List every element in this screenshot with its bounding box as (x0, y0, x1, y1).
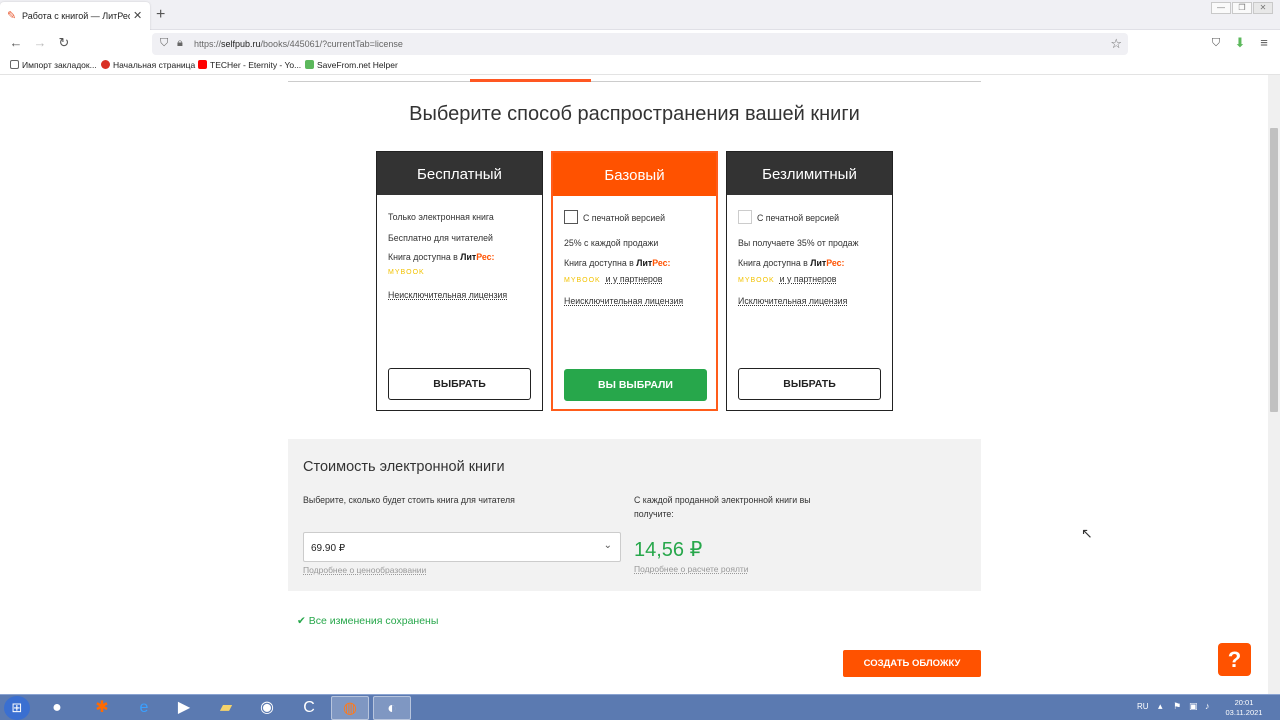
close-tab-icon[interactable]: ✕ (133, 9, 142, 22)
tray-flag-icon[interactable]: ⚑ (1173, 701, 1181, 712)
plan-feature: Только электронная книга (388, 212, 494, 222)
plan-card-basic: Базовый С печатной версией 25% с каждой … (551, 151, 718, 411)
bookmark-home-icon (101, 60, 110, 69)
page-title: Выберите способ распространения вашей кн… (409, 103, 860, 125)
choose-unlimited-button[interactable]: ВЫБРАТЬ (738, 368, 881, 400)
checkmark-icon: ✔ (297, 615, 306, 627)
plan-feature: Вы получаете 35% от продаж (738, 238, 859, 248)
license-link[interactable]: Исключительная лицензия (738, 296, 847, 306)
scrollbar-thumb[interactable] (1270, 128, 1278, 412)
minimize-icon[interactable]: — (1211, 2, 1231, 14)
clock[interactable]: 20:01 03.11.2021 (1222, 698, 1266, 718)
chevron-down-icon[interactable]: ⌄ (604, 540, 612, 551)
maximize-icon[interactable]: ❐ (1232, 2, 1252, 14)
ebook-price-section: Стоимость электронной книги Выберите, ск… (288, 439, 981, 591)
print-version-checkbox[interactable]: С печатной версией (564, 210, 665, 224)
plan-title: Безлимитный (727, 152, 892, 195)
checkbox-icon[interactable] (738, 210, 752, 224)
start-button[interactable]: ⊞ (4, 696, 30, 720)
file-explorer-icon[interactable]: ▰ (207, 696, 245, 720)
plan-card-unlimited: Безлимитный С печатной версией Вы получа… (726, 151, 893, 411)
plan-title: Бесплатный (377, 152, 542, 195)
tabs-underline (288, 81, 981, 82)
partners-link[interactable]: и у партнеров (780, 274, 837, 284)
firefox-icon[interactable]: ◍ (331, 696, 369, 720)
mouse-cursor-icon: ↖ (1081, 525, 1093, 541)
windows-taskbar: ⊞ ● ✱ e ▶ ▰ ◉ C ◍ ◐ RU ▴ ⚑ ▣ ♪ 20:01 03.1… (0, 694, 1280, 720)
plan-availability: Книга доступна в ЛитРес: (388, 252, 495, 262)
plan-availability: Книга доступна в ЛитРес: (738, 258, 845, 268)
help-button[interactable]: ? (1218, 643, 1251, 676)
partners-line: MYBOOK и у партнеров (738, 274, 836, 284)
price-instruction: Выберите, сколько будет стоить книга для… (303, 495, 515, 505)
lock-icon[interactable]: 🔒︎ (177, 37, 183, 50)
app-icon[interactable]: ◐ (373, 696, 411, 720)
bookmark-import-icon (10, 60, 19, 69)
browser-tab-bar: ✎ Работа с книгой — ЛитРес: Са ✕ + — ❐ ✕ (0, 0, 1280, 30)
tab-title: Работа с книгой — ЛитРес: Са (22, 11, 130, 21)
mybook-logo: MYBOOK (738, 277, 775, 284)
price-section-title: Стоимость электронной книги (303, 459, 505, 475)
price-select[interactable]: 69.90 ₽ ⌄ (303, 532, 621, 562)
plan-feature: 25% с каждой продажи (564, 238, 659, 248)
pricing-info-link[interactable]: Подробнее о ценообразовании (303, 565, 426, 575)
plan-card-free: Бесплатный Только электронная книга Бесп… (376, 151, 543, 411)
url-bar[interactable]: ⛉ 🔒︎ https://selfpub.ru/books/445061/?cu… (152, 33, 1128, 55)
shield-icon[interactable]: ⛉ (160, 37, 168, 50)
litres-logo: ЛитРес: (460, 252, 495, 262)
checkbox-icon[interactable] (564, 210, 578, 224)
chosen-basic-button[interactable]: ВЫ ВЫБРАЛИ (564, 369, 707, 401)
plan-availability: Книга доступна в ЛитРес: (564, 258, 671, 268)
language-indicator[interactable]: RU (1137, 702, 1149, 711)
bookmark-home[interactable]: Начальная страница (101, 60, 195, 70)
license-link[interactable]: Неисключительная лицензия (564, 296, 683, 306)
license-link[interactable]: Неисключительная лицензия (388, 290, 507, 300)
bookmark-star-icon[interactable]: ☆ (1110, 36, 1122, 52)
royalty-label: С каждой проданной электронной книги вы … (634, 495, 811, 519)
browser-tab[interactable]: ✎ Работа с книгой — ЛитРес: Са ✕ (0, 2, 150, 30)
chrome-icon[interactable]: ◉ (248, 696, 286, 720)
bookmark-youtube[interactable]: TECHer - Eternity - Yo... (198, 60, 301, 70)
plan-feature: Бесплатно для читателей (388, 233, 493, 243)
royalty-value: 14,56 ₽ (634, 539, 703, 561)
litres-logo: ЛитРес: (810, 258, 845, 268)
bookmark-import[interactable]: Импорт закладок... (10, 60, 97, 70)
download-icon[interactable]: ⬇ (1232, 35, 1248, 51)
close-window-icon[interactable]: ✕ (1253, 2, 1273, 14)
saved-status: ✔ Все изменения сохранены (297, 615, 439, 627)
menu-icon[interactable]: ≡ (1256, 35, 1272, 51)
royalty-info-link[interactable]: Подробнее о расчете роялти (634, 564, 749, 574)
bookmarks-bar: Импорт закладок... Начальная страница TE… (0, 57, 1280, 75)
url-text: https://selfpub.ru/books/445061/?current… (194, 39, 403, 49)
volume-icon[interactable]: ♪ (1205, 701, 1210, 711)
youtube-icon (198, 60, 207, 69)
savefrom-icon (305, 60, 314, 69)
create-cover-button[interactable]: СОЗДАТЬ ОБЛОЖКУ (843, 650, 981, 677)
ccleaner-icon[interactable]: C (290, 696, 328, 720)
back-icon[interactable]: ← (8, 35, 24, 51)
plan-title: Базовый (553, 153, 716, 196)
new-tab-icon[interactable]: + (156, 6, 165, 24)
litres-logo: ЛитРес: (636, 258, 671, 268)
alice-icon[interactable]: ● (38, 696, 76, 720)
game-app-icon[interactable]: ✱ (83, 696, 121, 720)
browser-nav-bar: ← → ↻ ⛉ 🔒︎ https://selfpub.ru/books/4450… (0, 30, 1280, 57)
partners-line: MYBOOK и у партнеров (564, 274, 662, 284)
media-player-icon[interactable]: ▶ (165, 696, 203, 720)
bookmark-savefrom[interactable]: SaveFrom.net Helper (305, 60, 398, 70)
mybook-logo: MYBOOK (564, 277, 601, 284)
pocket-icon[interactable]: ⛉ (1208, 35, 1224, 51)
partners-link[interactable]: и у партнеров (606, 274, 663, 284)
mybook-logo: MYBOOK (388, 269, 425, 276)
litres-favicon-icon: ✎ (7, 10, 17, 22)
internet-explorer-icon[interactable]: e (125, 696, 163, 720)
tray-expand-icon[interactable]: ▴ (1158, 701, 1163, 712)
reload-icon[interactable]: ↻ (56, 35, 72, 51)
active-tab-indicator (470, 79, 591, 82)
network-icon[interactable]: ▣ (1189, 701, 1198, 712)
choose-free-button[interactable]: ВЫБРАТЬ (388, 368, 531, 400)
price-select-value: 69.90 ₽ (311, 543, 346, 554)
print-version-checkbox[interactable]: С печатной версией (738, 210, 839, 224)
forward-icon[interactable]: → (32, 35, 48, 51)
